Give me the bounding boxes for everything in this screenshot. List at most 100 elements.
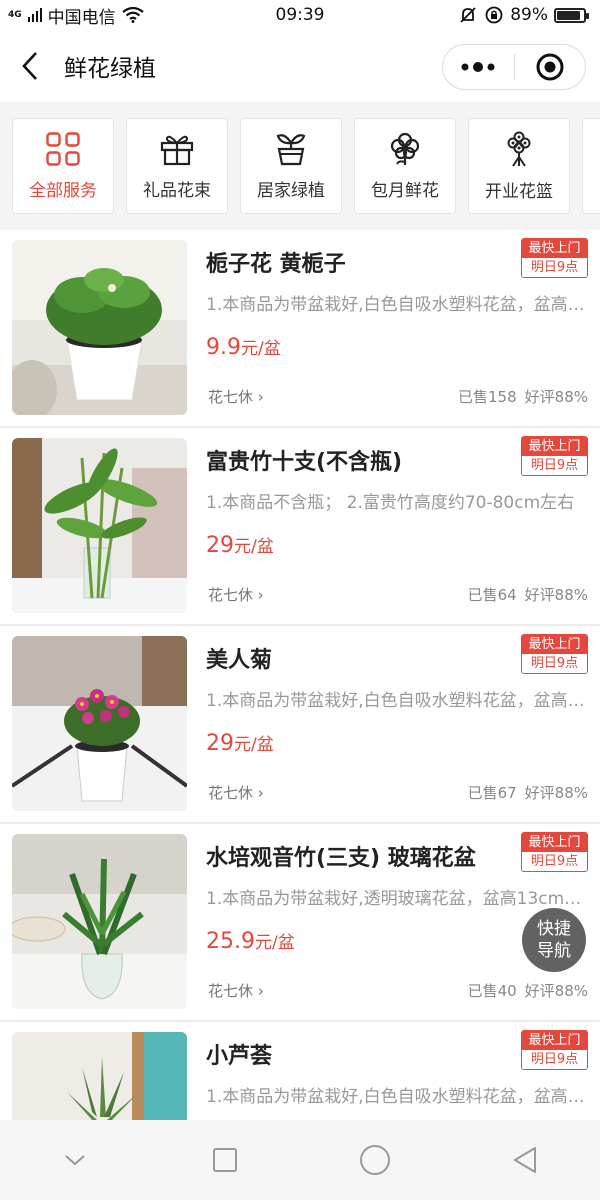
flower-basket-icon [507,131,531,167]
store-link[interactable]: 花七休 › [208,584,264,605]
delivery-badge: 最快上门 明日9点 [521,436,588,476]
category-partial[interactable]: 景 [582,118,600,214]
back-button[interactable] [0,30,60,102]
badge-fastest: 最快上门 [522,437,587,456]
product-item[interactable]: 富贵竹十支(不含瓶) 最快上门 明日9点 1.本商品不含瓶； 2.富贵竹高度约7… [0,428,600,626]
page-title: 鲜花绿植 [64,56,156,82]
store-name: 花七休 [208,388,254,406]
delivery-badge: 最快上门 明日9点 [521,238,588,278]
more-button[interactable] [443,45,514,89]
category-label: 居家绿植 [257,180,325,201]
mute-icon [460,7,476,23]
chevron-right-icon: › [257,982,264,1000]
product-desc: 1.本商品为带盆栽好,白色自吸水塑料花盆，盆高13cm [206,691,591,711]
rating: 好评88% [524,388,588,406]
battery-level [557,10,581,20]
chevron-right-icon: › [257,784,264,802]
category-row: 全部服务 礼品花束 居家绿植 包月鲜花 开业花篮 [12,118,600,214]
quick-nav-button[interactable]: 快捷 导航 [522,908,586,972]
category-label: 礼品花束 [143,180,211,201]
rotation-lock-icon [485,6,503,24]
badge-fastest: 最快上门 [522,1031,587,1050]
store-link[interactable]: 花七休 › [208,386,264,407]
badge-fastest: 最快上门 [522,635,587,654]
nav-bar: 鲜花绿植 [0,30,600,102]
carrier: 中国电信 [47,7,116,28]
product-price: 29元/盆 [206,730,274,756]
target-circle-icon [536,53,564,81]
price-unit: 元/盆 [241,339,281,359]
triangle-back-icon [514,1147,536,1173]
product-price: 29元/盆 [206,532,274,558]
product-item[interactable]: 美人菊 最快上门 明日9点 1.本商品为带盆栽好,白色自吸水塑料花盆，盆高13c… [0,626,600,824]
product-desc: 1.本商品为带盆栽好,透明玻璃花盆，盆高13cm左右 [206,889,591,909]
product-item[interactable]: 栀子花 黄栀子 最快上门 明日9点 1.本商品为带盆栽好,白色自吸水塑料花盆，盆… [0,230,600,428]
badge-time: 明日9点 [522,1050,587,1069]
category-section: 全部服务 礼品花束 居家绿植 包月鲜花 开业花篮 [0,102,600,230]
product-price: 25.9元/盆 [206,928,295,954]
product-stats: 已售158 好评88% [458,386,588,407]
category-monthly-flowers[interactable]: 包月鲜花 [354,118,456,214]
flower-icon [390,132,420,165]
quick-nav-line1: 快捷 [537,919,571,939]
gift-icon [160,135,194,165]
chevron-left-icon [22,52,37,80]
store-link[interactable]: 花七休 › [208,980,264,1001]
category-gift-bouquet[interactable]: 礼品花束 [126,118,228,214]
price-value: 29 [206,533,234,558]
chevron-right-icon: › [257,586,264,604]
home-button[interactable] [345,1130,405,1190]
product-item[interactable]: 水培观音竹(三支) 玻璃花盆 最快上门 明日9点 1.本商品为带盆栽好,透明玻璃… [0,824,600,1022]
close-mini-program-button[interactable] [515,45,586,89]
product-image [12,438,187,613]
product-title: 水培观音竹(三支) 玻璃花盆 [206,846,476,871]
circle-icon [360,1145,390,1175]
system-nav-bar [0,1120,600,1200]
badge-fastest: 最快上门 [522,833,587,852]
grid-icon [46,131,80,166]
product-image [12,834,187,1009]
product-desc: 1.本商品为带盆栽好,白色自吸水塑料花盆，盆高13cm [206,295,591,315]
sold-count: 已售64 [467,586,517,604]
price-unit: 元/盆 [234,537,274,557]
mini-program-capsule [442,44,586,90]
delivery-badge: 最快上门 明日9点 [521,634,588,674]
price-value: 25.9 [206,929,255,954]
recents-button[interactable] [195,1130,255,1190]
category-label: 包月鲜花 [371,180,439,201]
wifi-icon [121,7,144,23]
price-unit: 元/盆 [234,735,274,755]
badge-fastest: 最快上门 [522,239,587,258]
category-all-services[interactable]: 全部服务 [12,118,114,214]
store-link[interactable]: 花七休 › [208,782,264,803]
category-label: 开业花篮 [485,181,553,202]
category-home-plants[interactable]: 居家绿植 [240,118,342,214]
product-desc: 1.本商品为带盆栽好,白色自吸水塑料花盆，盆高13cm [206,1087,591,1107]
badge-time: 明日9点 [522,654,587,673]
category-label: 全部服务 [29,180,97,201]
sold-count: 已售40 [467,982,517,1000]
chevron-down-icon [65,1155,85,1166]
collapse-button[interactable] [45,1130,105,1190]
chevron-right-icon: › [257,388,264,406]
battery-percent: 89% [510,5,548,25]
category-opening-baskets[interactable]: 开业花篮 [468,118,570,214]
product-title: 小芦荟 [206,1044,273,1069]
product-title: 栀子花 黄栀子 [206,252,346,277]
price-value: 29 [206,731,234,756]
badge-time: 明日9点 [522,852,587,871]
product-stats: 已售40 好评88% [468,980,588,1001]
sold-count: 已售67 [467,784,517,802]
product-price: 9.9元/盆 [206,334,281,360]
status-left: 4G 中国电信 [8,3,144,28]
system-back-button[interactable] [495,1130,555,1190]
network-type: 4G [8,9,22,20]
quick-nav-line2: 导航 [537,941,571,961]
battery-icon [554,7,589,23]
rating: 好评88% [524,586,588,604]
product-stats: 已售64 好评88% [468,584,588,605]
signal-icon [27,8,42,22]
product-title: 美人菊 [206,648,273,673]
product-desc: 1.本商品不含瓶； 2.富贵竹高度约70-80cm左右 [206,493,575,513]
price-value: 9.9 [206,335,241,360]
